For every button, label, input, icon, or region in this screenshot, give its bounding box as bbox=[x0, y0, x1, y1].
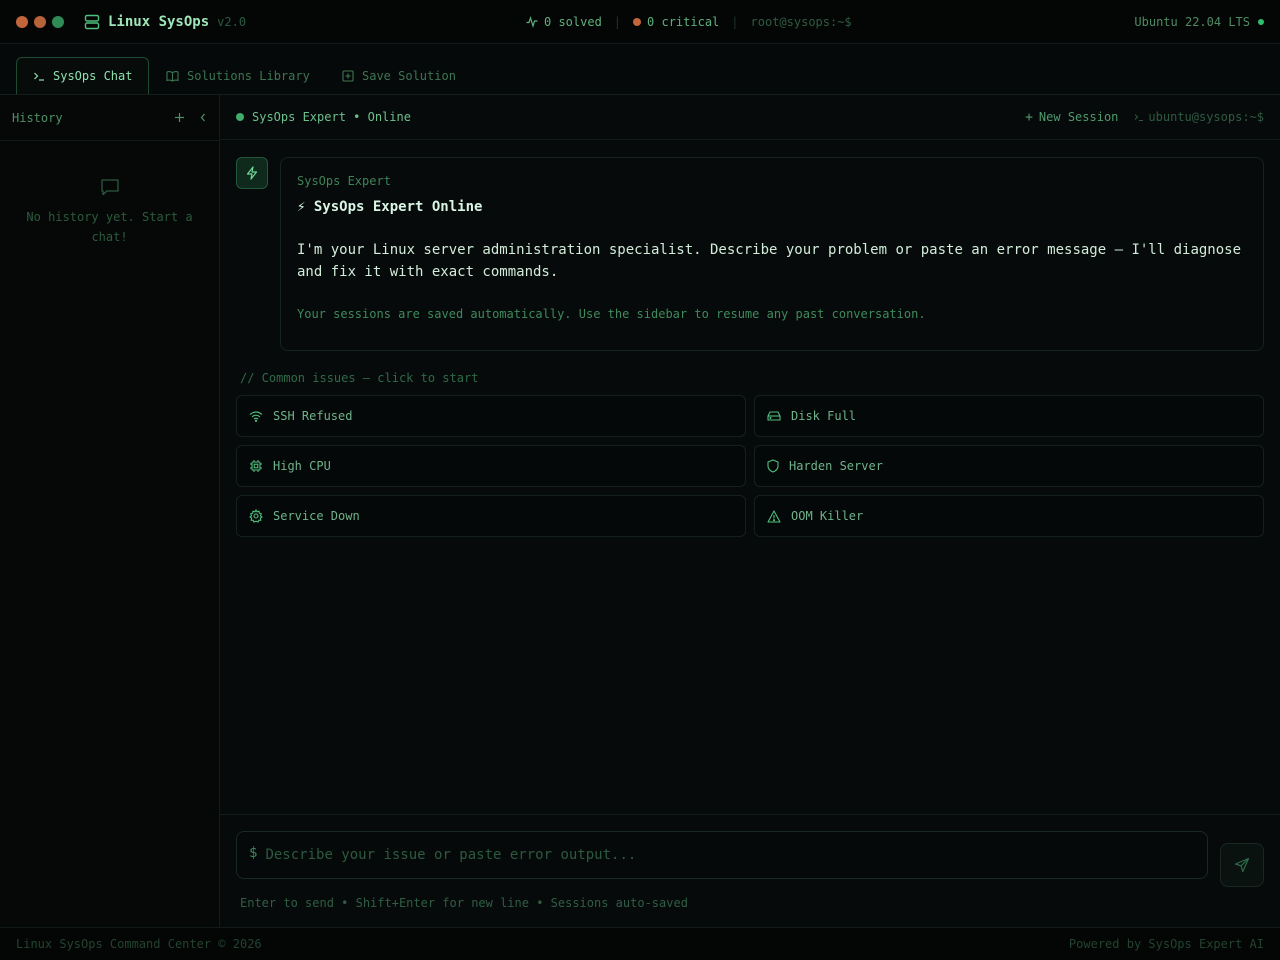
save-icon bbox=[342, 70, 354, 82]
critical-dot bbox=[633, 18, 642, 26]
history-sidebar: History No history yet. Start a chat! bbox=[0, 95, 220, 927]
issue-label: OOM Killer bbox=[791, 509, 864, 523]
app-version: v2.0 bbox=[217, 14, 247, 29]
composer-hint: Enter to send • Shift+Enter for new line… bbox=[240, 896, 688, 910]
status-text: SysOps Expert • Online bbox=[252, 110, 411, 124]
app-title: Linux SysOps bbox=[108, 13, 210, 30]
issue-harden-server-button[interactable]: Harden Server bbox=[754, 445, 1264, 487]
window-maximize-button[interactable] bbox=[52, 15, 64, 28]
chevron-left-icon[interactable] bbox=[199, 112, 207, 123]
divider: | bbox=[731, 15, 739, 29]
message-body: I'm your Linux server administration spe… bbox=[297, 242, 1242, 280]
send-button[interactable] bbox=[1220, 843, 1264, 887]
tab-save-solution[interactable]: Save Solution bbox=[326, 57, 472, 95]
chat-panel: SysOps Expert • Online + New Session ubu… bbox=[220, 95, 1280, 927]
message-title: ⚡ SysOps Expert Online bbox=[297, 199, 483, 215]
input-prefix: $ bbox=[249, 845, 258, 861]
cpu-icon bbox=[250, 460, 262, 472]
message-note: Your sessions are saved automatically. U… bbox=[297, 307, 926, 321]
chat-header: SysOps Expert • Online + New Session ubu… bbox=[220, 95, 1280, 140]
warning-icon bbox=[767, 509, 781, 523]
message-square-icon bbox=[100, 179, 119, 196]
plus-icon: + bbox=[1025, 109, 1033, 125]
issue-label: Disk Full bbox=[791, 409, 857, 423]
book-icon bbox=[166, 71, 179, 82]
issue-ssh-refused-button[interactable]: SSH Refused bbox=[236, 395, 746, 437]
new-session-button[interactable]: + New Session bbox=[1025, 110, 1118, 125]
message-sender: SysOps Expert bbox=[297, 174, 391, 188]
shell-prompt: root@sysops:~$ bbox=[750, 15, 852, 29]
sidebar-header: History bbox=[0, 95, 219, 141]
common-issues-label: // Common issues — click to start bbox=[240, 371, 479, 385]
history-empty-text: No history yet. Start a chat! bbox=[26, 210, 193, 244]
expert-status: SysOps Expert • Online bbox=[236, 110, 411, 124]
os-indicator: Ubuntu 22.04 LTS bbox=[1134, 0, 1264, 44]
window-close-button[interactable] bbox=[16, 15, 28, 28]
terminal-icon bbox=[34, 72, 44, 81]
session-prompt-text: ubuntu@sysops:~$ bbox=[1148, 110, 1264, 124]
composer: $ Enter to send • Shift+Enter for new li… bbox=[220, 814, 1280, 927]
window-controls bbox=[16, 15, 64, 28]
lightning-icon bbox=[246, 166, 258, 180]
tab-bar: SysOps Chat Solutions Library Save Solut… bbox=[0, 44, 1280, 95]
issue-service-down-button[interactable]: Service Down bbox=[236, 495, 746, 537]
tab-label: Solutions Library bbox=[187, 69, 310, 83]
footer: Linux SysOps Command Center © 2026 Power… bbox=[0, 927, 1280, 960]
wifi-icon bbox=[249, 411, 263, 422]
issue-high-cpu-button[interactable]: High CPU bbox=[236, 445, 746, 487]
issue-label: High CPU bbox=[273, 459, 331, 473]
issue-label: SSH Refused bbox=[273, 409, 353, 423]
tab-solutions-library[interactable]: Solutions Library bbox=[150, 57, 326, 95]
plus-icon[interactable] bbox=[174, 112, 185, 123]
message-input-box[interactable]: $ bbox=[236, 831, 1208, 879]
os-label: Ubuntu 22.04 LTS bbox=[1134, 15, 1250, 29]
message-bubble: SysOps Expert ⚡ SysOps Expert Online I'm… bbox=[280, 157, 1264, 351]
solved-text: 0 solved bbox=[544, 15, 602, 29]
issue-label: Service Down bbox=[273, 509, 360, 523]
issue-disk-full-button[interactable]: Disk Full bbox=[754, 395, 1264, 437]
issue-oom-killer-button[interactable]: OOM Killer bbox=[754, 495, 1264, 537]
app-brand: Linux SysOps v2.0 bbox=[84, 14, 246, 30]
session-prompt: ubuntu@sysops:~$ bbox=[1134, 110, 1264, 124]
terminal-icon bbox=[1135, 114, 1144, 121]
critical-text: 0 critical bbox=[647, 15, 720, 29]
history-empty-state: No history yet. Start a chat! bbox=[0, 177, 219, 247]
divider: | bbox=[613, 15, 622, 29]
window-minimize-button[interactable] bbox=[34, 15, 46, 28]
tab-sysops-chat[interactable]: SysOps Chat bbox=[16, 57, 150, 94]
send-icon bbox=[1234, 857, 1250, 873]
footer-powered-by: Powered by SysOps Expert AI bbox=[1068, 937, 1264, 951]
title-bar: Linux SysOps v2.0 0 solved | 0 critical … bbox=[0, 0, 1280, 44]
hard-drive-icon bbox=[767, 411, 781, 421]
avatar bbox=[236, 157, 268, 189]
shield-icon bbox=[767, 459, 779, 473]
server-icon bbox=[84, 14, 100, 29]
online-dot bbox=[1258, 19, 1264, 25]
new-session-label: New Session bbox=[1038, 110, 1119, 124]
stats-bar: 0 solved | 0 critical | root@sysops:~$ bbox=[526, 0, 852, 44]
tab-label: SysOps Chat bbox=[53, 69, 133, 83]
issue-label: Harden Server bbox=[789, 459, 883, 473]
sidebar-title: History bbox=[12, 110, 63, 125]
status-dot bbox=[236, 113, 244, 121]
footer-copyright: Linux SysOps Command Center © 2026 bbox=[16, 937, 262, 951]
activity-icon bbox=[526, 16, 538, 28]
solved-count: 0 solved bbox=[526, 15, 602, 29]
message-input[interactable] bbox=[265, 847, 1166, 863]
critical-count: 0 critical bbox=[633, 15, 719, 29]
tab-label: Save Solution bbox=[362, 69, 456, 83]
gear-icon bbox=[249, 509, 263, 523]
